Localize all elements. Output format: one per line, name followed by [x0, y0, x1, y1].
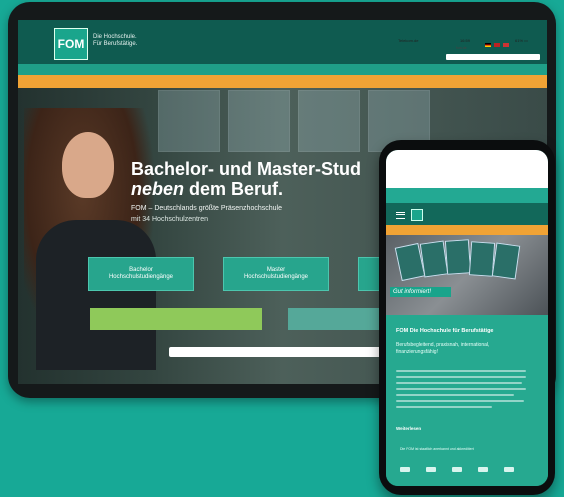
phone-time: 16:59 [460, 38, 471, 43]
phone-fom-logo[interactable] [411, 209, 423, 221]
text-line [396, 382, 522, 384]
es-flag-icon[interactable] [503, 43, 509, 47]
text-line [396, 370, 526, 372]
phone-battery: 61% ▭ [515, 38, 528, 43]
accreditation-logo-icon [426, 467, 436, 472]
notice-banner[interactable] [18, 75, 547, 88]
phone-subheading: Berufsbegleitend, praxisnah, internation… [396, 342, 490, 355]
phone-screen: Gut informiert! [386, 150, 548, 486]
hamburger-menu-icon-middle [396, 214, 405, 215]
phone-carrier: Telekom.de [398, 38, 419, 43]
accreditation-logo-icon [452, 467, 462, 472]
phone-heading: FOM Die Hochschule für Berufstätige [396, 328, 494, 334]
text-line [396, 406, 492, 408]
tagline-line-2: Für Berufstätige. [93, 41, 138, 47]
text-line [396, 376, 526, 378]
uk-flag-icon[interactable] [494, 43, 500, 47]
hero-person-body [36, 220, 156, 370]
hero-person-face [62, 132, 114, 198]
hero-search-input[interactable] [169, 347, 399, 357]
tagline-line-1: Die Hochschule. [93, 34, 137, 40]
text-line [396, 400, 524, 402]
phone-footer-text: Die FOM ist staatlich anerkannt und akkr… [400, 447, 474, 451]
accreditation-logo-icon [504, 467, 514, 472]
accreditation-logo-icon [478, 467, 488, 472]
hero-heading-line-1: Bachelor- und Master-Stud [131, 159, 362, 179]
de-flag-icon[interactable] [485, 43, 491, 47]
hero-heading-line-2: neben dem Beruf. [131, 179, 283, 200]
magazine-image [444, 239, 472, 275]
fom-logo[interactable]: FOM [54, 28, 88, 60]
site-search-input[interactable] [446, 54, 540, 60]
window-decoration [298, 90, 360, 152]
secondary-cta-right[interactable] [288, 308, 380, 330]
main-nav [18, 64, 547, 75]
phone-status-bar [386, 150, 548, 188]
hero-subtitle-1: FOM – Deutschlands größte Präsenzhochsch… [131, 205, 282, 212]
window-decoration [228, 90, 290, 152]
read-more-link[interactable]: Weiterlesen [396, 426, 421, 431]
hero-heading-emphasis: neben [131, 179, 185, 199]
accreditation-logo-icon [400, 467, 410, 472]
master-cta-button[interactable]: Master Hochschulstudiengänge [223, 257, 329, 291]
hero-heading-rest: dem Beruf. [184, 179, 284, 199]
secondary-cta-left[interactable] [90, 308, 262, 330]
hero-subtitle-2: mit 34 Hochschulzentren [131, 216, 209, 223]
window-decoration [158, 90, 220, 152]
text-line [396, 394, 514, 396]
site-tagline: Die Hochschule. Für Berufstätige. [93, 34, 173, 48]
magazine-image [468, 241, 496, 277]
phone-url-bar[interactable]: fom.de [456, 46, 467, 50]
magazine-image [491, 242, 521, 280]
phone-overlay-label[interactable]: Gut informiert! [390, 287, 451, 297]
magazine-image [419, 240, 449, 278]
phone-notice-banner[interactable] [386, 225, 548, 235]
bachelor-cta-button[interactable]: Bachelor Hochschulstudiengänge [88, 257, 194, 291]
text-line [396, 388, 526, 390]
